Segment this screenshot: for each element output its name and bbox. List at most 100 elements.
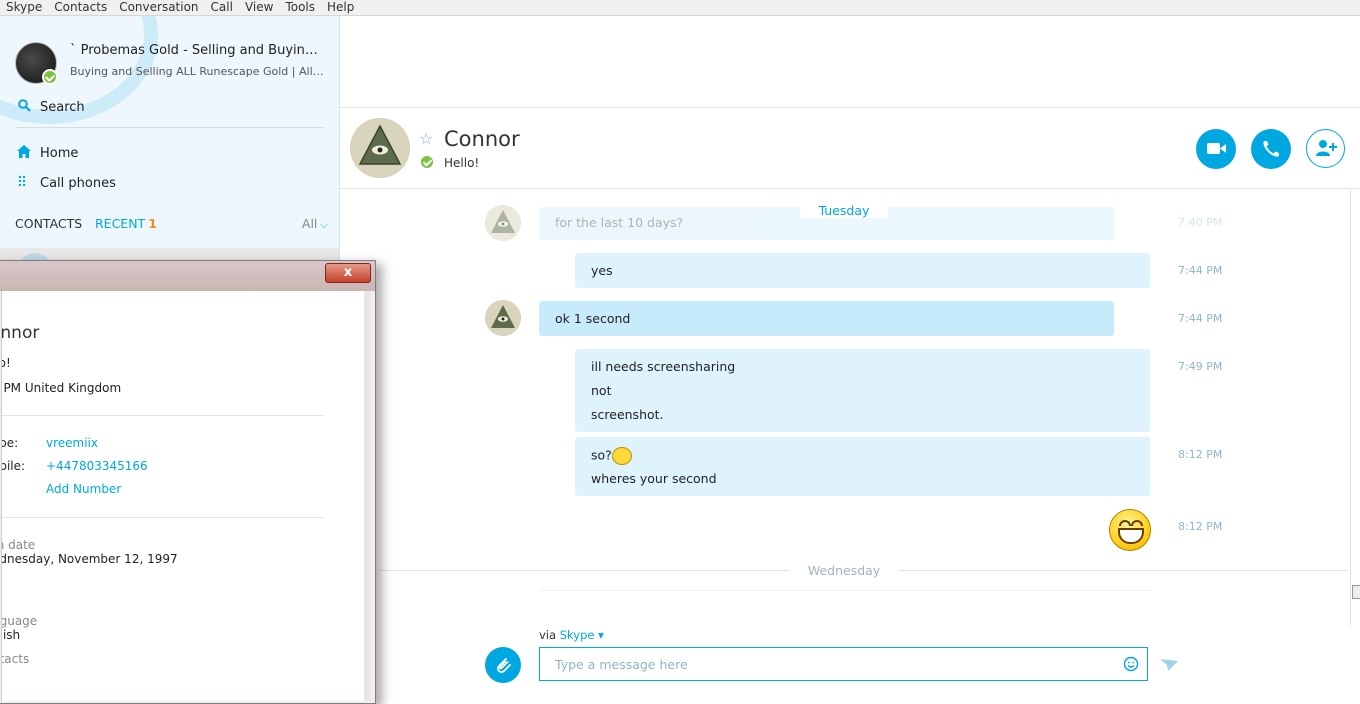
contact-message-avatar[interactable] — [485, 300, 521, 336]
birth-date-label: th date — [2, 538, 36, 552]
smiley-icon — [1123, 656, 1139, 672]
sidebar-item-call-phones[interactable]: Call phones — [15, 175, 116, 191]
contact-name[interactable]: Connor — [444, 127, 520, 151]
divider — [15, 127, 324, 128]
chevron-down-icon: ⌵ — [320, 220, 328, 231]
window-titlebar[interactable]: x — [0, 261, 375, 291]
paperclip-icon — [496, 658, 511, 674]
profile-scrollbar[interactable] — [364, 291, 370, 701]
add-user-icon — [1316, 140, 1337, 156]
divider — [2, 415, 324, 416]
via-service: Skype — [559, 628, 595, 642]
add-participant-button[interactable] — [1306, 129, 1345, 168]
send-icon — [1160, 659, 1178, 671]
home-icon — [15, 145, 33, 162]
close-icon: x — [343, 265, 353, 280]
menu-help[interactable]: Help — [321, 0, 354, 15]
messages-scrollbar[interactable] — [1350, 190, 1360, 625]
filter-all-dropdown[interactable]: All ⌵ — [302, 216, 328, 231]
profile-name: onnor — [1, 323, 40, 343]
tab-contacts[interactable]: CONTACTS — [15, 216, 82, 231]
message-text: yes — [591, 263, 613, 278]
menu-tools[interactable]: Tools — [279, 0, 315, 15]
message-input[interactable] — [539, 647, 1148, 681]
mobile-number-link[interactable]: +447803345166 — [46, 459, 148, 473]
big-laugh-emoji-icon[interactable] — [1109, 509, 1151, 551]
call-phones-label: Call phones — [40, 175, 116, 191]
birth-date-value: ednesday, November 12, 1997 — [1, 552, 178, 566]
profile-body: onnor llo! 5 PM United Kingdom ype: vree… — [1, 291, 370, 701]
menu-bar: Skype Contacts Conversation Call View To… — [0, 0, 1360, 16]
send-button[interactable] — [1160, 657, 1178, 673]
search-icon — [15, 99, 33, 116]
message-bubble[interactable]: yes — [575, 253, 1150, 288]
contact-message-avatar — [485, 205, 521, 241]
skype-name-value[interactable]: vreemiix — [46, 436, 98, 450]
message-bubble[interactable]: so? wheres your second — [575, 437, 1150, 496]
message-time: 7:44 PM — [1178, 264, 1223, 277]
close-button[interactable]: x — [325, 263, 371, 283]
header-top-divider — [340, 107, 1360, 108]
emoticon-button[interactable] — [1123, 656, 1139, 672]
mobile-label: obile: — [2, 459, 26, 473]
message-bubble[interactable]: ok 1 second — [539, 301, 1114, 336]
video-camera-icon — [1207, 143, 1226, 154]
message-text: not — [591, 383, 612, 398]
message-text: ill needs screensharing — [591, 359, 736, 374]
skype-name-label: ype: — [2, 436, 19, 450]
profile-local-time: 5 PM United Kingdom — [1, 381, 122, 395]
search-label: Search — [40, 100, 85, 115]
menu-view[interactable]: View — [239, 0, 273, 15]
home-label: Home — [40, 146, 79, 161]
favorite-star-icon[interactable]: ☆ — [419, 129, 433, 148]
laugh-emoji-icon — [611, 447, 632, 465]
message-text: screenshot. — [591, 407, 664, 422]
my-avatar[interactable] — [15, 42, 58, 85]
menu-skype[interactable]: Skype — [0, 0, 42, 15]
contact-mood: Hello! — [444, 156, 480, 170]
message-time: 7:44 PM — [1178, 312, 1223, 325]
message-time: 7:49 PM — [1178, 360, 1223, 373]
message-text: wheres your second — [591, 471, 717, 486]
day-separator-tuesday: Tuesday — [800, 203, 888, 218]
menu-contacts[interactable]: Contacts — [48, 0, 107, 15]
via-label: via — [539, 628, 557, 642]
tab-recent[interactable]: RECENT 1 — [95, 216, 157, 231]
search-button[interactable]: Search — [15, 99, 85, 116]
chevron-down-icon: ▾ — [594, 628, 604, 642]
filter-all-label: All — [301, 216, 318, 231]
attach-button[interactable] — [485, 647, 521, 683]
message-time: 8:12 PM — [1178, 520, 1223, 533]
day-separator-wednesday: Wednesday — [807, 563, 881, 578]
divider — [540, 590, 1150, 591]
recent-count-badge: 1 — [148, 216, 157, 231]
audio-call-button[interactable] — [1251, 129, 1291, 169]
message-time: 8:12 PM — [1178, 448, 1223, 461]
add-number-link[interactable]: Add Number — [46, 482, 121, 496]
sidebar-item-home[interactable]: Home — [15, 145, 78, 162]
my-mood-message[interactable]: Buying and Selling ALL Runescape Gold | … — [70, 65, 325, 78]
message-time: 7:40 PM — [1178, 216, 1223, 229]
scrollbar-thumb[interactable] — [1352, 585, 1360, 599]
language-value: glish — [2, 628, 21, 642]
message-text: for the last 10 days? — [555, 215, 684, 230]
via-skype-selector[interactable]: via Skype ▾ — [539, 628, 604, 642]
message-text: ok 1 second — [555, 311, 631, 326]
my-display-name[interactable]: ` Probemas Gold - Selling and Buying AL.… — [70, 43, 325, 58]
menu-call[interactable]: Call — [205, 0, 233, 15]
header-bottom-divider — [340, 188, 1360, 189]
message-text: so? — [591, 447, 612, 463]
language-label: nguage — [1, 614, 38, 628]
menu-conversation[interactable]: Conversation — [113, 0, 198, 15]
video-call-button[interactable] — [1196, 129, 1236, 169]
profile-mood: llo! — [2, 356, 11, 370]
tab-recent-label: RECENT — [95, 216, 146, 231]
message-bubble[interactable]: ill needs screensharing not screenshot. — [575, 349, 1150, 432]
divider — [2, 517, 324, 518]
day-separator-line — [380, 570, 790, 571]
online-status-icon — [421, 156, 433, 168]
contact-avatar[interactable] — [350, 118, 410, 178]
phone-icon — [1263, 141, 1279, 157]
dialpad-icon — [15, 175, 33, 191]
contacts-label: ntacts — [2, 652, 30, 666]
